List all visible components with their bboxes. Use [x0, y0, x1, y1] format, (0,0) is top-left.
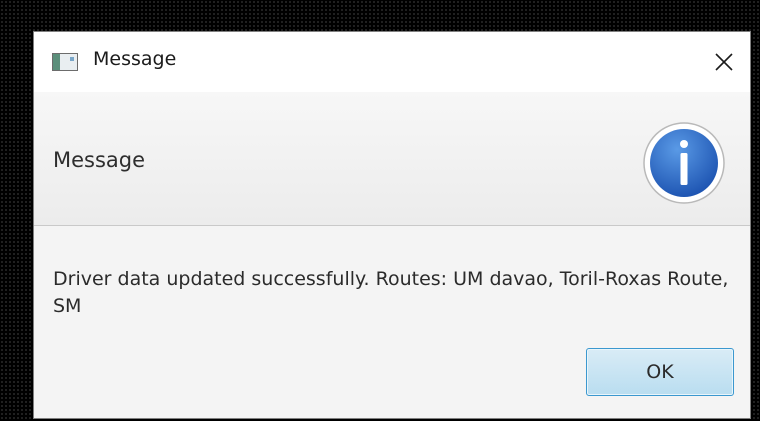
desktop-backdrop: Message Message Driver data updated succ…: [0, 0, 760, 421]
dialog-header-text: Message: [53, 148, 146, 172]
ok-button[interactable]: OK: [586, 348, 734, 396]
dialog-content: Driver data updated successfully. Routes…: [34, 226, 750, 418]
title-bar: Message: [34, 32, 750, 92]
window-app-icon: [52, 53, 78, 71]
info-icon: [643, 122, 725, 204]
dialog-header: Message: [34, 92, 750, 226]
close-icon: [715, 53, 733, 71]
close-button[interactable]: [698, 32, 750, 92]
window-title: Message: [93, 48, 177, 70]
message-text: Driver data updated successfully. Routes…: [53, 268, 729, 317]
message-dialog: Message Message Driver data updated succ…: [33, 31, 751, 419]
